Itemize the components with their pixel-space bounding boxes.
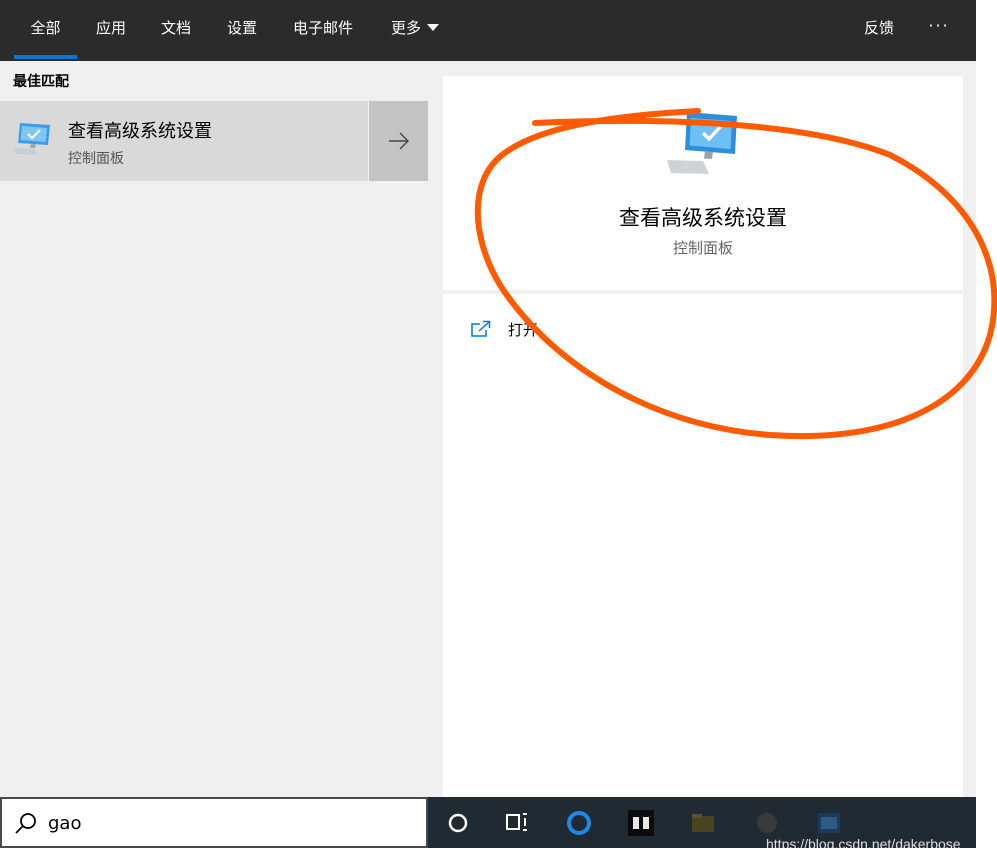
app-window-icon[interactable] <box>812 806 846 840</box>
more-options-label: ··· <box>928 16 950 35</box>
watermark-text: https://blog.csdn.net/dakerbose <box>766 836 961 852</box>
detail-subtitle: 控制面板 <box>672 239 733 257</box>
open-external-icon <box>471 320 491 337</box>
tab-documents-label: 文档 <box>160 19 191 37</box>
computer-monitor-icon <box>14 123 50 155</box>
tab-email[interactable]: 电子邮件 <box>282 0 364 61</box>
active-tab-indicator <box>14 55 77 59</box>
tab-email-label: 电子邮件 <box>292 19 353 37</box>
chevron-down-icon <box>427 24 439 31</box>
detail-header-card: 查看高级系统设置 控制面板 <box>443 76 963 290</box>
detail-actions-card: 打开 <box>443 294 963 797</box>
browser-icon[interactable] <box>750 806 784 840</box>
search-input[interactable] <box>48 810 408 836</box>
tab-more-label: 更多 <box>390 19 421 37</box>
search-icon <box>15 813 36 834</box>
detail-title: 查看高级系统设置 <box>619 206 787 230</box>
arrow-right-icon <box>389 132 409 150</box>
search-filter-bar: 全部 应用 文档 设置 电子邮件 更多 反馈 ··· <box>0 0 976 61</box>
search-box[interactable] <box>0 797 428 848</box>
task-view-icon[interactable] <box>500 806 534 840</box>
tab-apps[interactable]: 应用 <box>86 0 136 61</box>
result-title: 查看高级系统设置 <box>68 121 212 142</box>
tab-all-label: 全部 <box>30 19 61 37</box>
feedback-button[interactable]: 反馈 <box>852 0 906 61</box>
expand-details-button[interactable] <box>369 101 428 181</box>
best-match-heading: 最佳匹配 <box>13 74 69 90</box>
more-options-icon[interactable]: ··· <box>924 0 954 61</box>
tab-settings[interactable]: 设置 <box>217 0 267 61</box>
cortana-icon[interactable] <box>441 806 475 840</box>
tab-more[interactable]: 更多 <box>382 0 448 61</box>
tab-all[interactable]: 全部 <box>14 0 77 61</box>
computer-monitor-icon <box>667 112 737 174</box>
open-label: 打开 <box>508 321 539 339</box>
feedback-label: 反馈 <box>863 19 894 37</box>
file-explorer-icon[interactable] <box>686 806 720 840</box>
tab-apps-label: 应用 <box>95 19 126 37</box>
best-match-result[interactable]: 查看高级系统设置 控制面板 <box>0 101 368 181</box>
result-subtitle: 控制面板 <box>68 151 124 167</box>
edge-browser-icon[interactable] <box>562 806 596 840</box>
results-pane: 最佳匹配 查看高级系统设置 控制面板 <box>0 61 428 797</box>
app-icon[interactable] <box>624 806 658 840</box>
tab-settings-label: 设置 <box>226 19 257 37</box>
tab-documents[interactable]: 文档 <box>151 0 201 61</box>
